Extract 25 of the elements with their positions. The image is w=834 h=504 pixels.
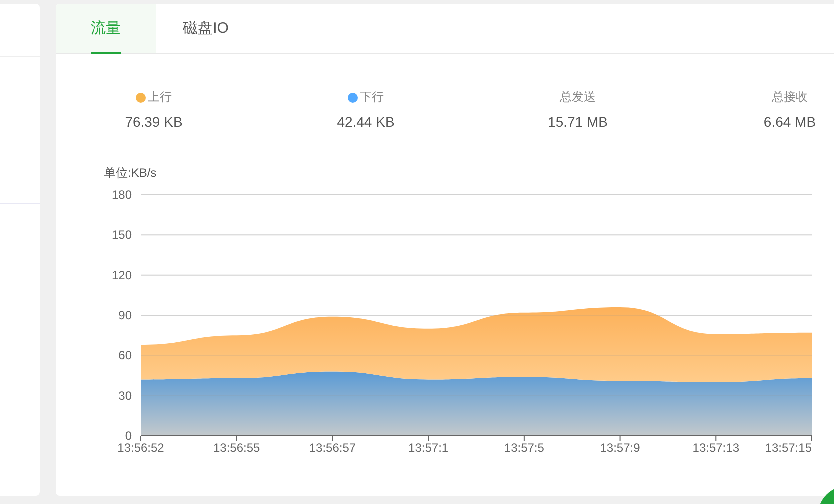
y-tick-label: 0 <box>125 429 132 443</box>
stat-value: 6.64 MB <box>764 114 816 130</box>
x-tick-label: 13:57:1 <box>408 441 449 455</box>
tab[interactable]: 磁盘IO <box>156 4 256 53</box>
x-tick-label: 13:56:55 <box>214 441 260 455</box>
stat-label: 下行 <box>360 89 384 106</box>
x-tick-label: 13:57:9 <box>600 441 640 455</box>
x-tick-label: 13:57:13 <box>692 441 740 455</box>
axis-unit-label: 单位:KB/s <box>104 166 157 180</box>
x-tick-label: 13:56:57 <box>309 441 356 455</box>
x-tick-label: 13:57:15 <box>765 441 812 455</box>
y-tick-label: 180 <box>112 188 132 202</box>
y-tick-label: 90 <box>118 308 132 322</box>
y-tick-label: 150 <box>112 228 132 242</box>
x-tick-label: 13:57:5 <box>504 441 544 455</box>
stat-label: 总发送 <box>560 89 596 106</box>
stat-value: 42.44 KB <box>337 114 395 130</box>
y-tick-label: 30 <box>118 388 132 403</box>
stat-label: 上行 <box>148 89 172 106</box>
stat-value: 76.39 KB <box>125 114 183 130</box>
y-tick-label: 60 <box>118 348 132 363</box>
x-tick-label: 13:56:52 <box>118 441 164 455</box>
stat-label: 总接收 <box>772 89 808 106</box>
y-tick-label: 120 <box>112 268 132 282</box>
stat-value: 15.71 MB <box>548 114 608 130</box>
